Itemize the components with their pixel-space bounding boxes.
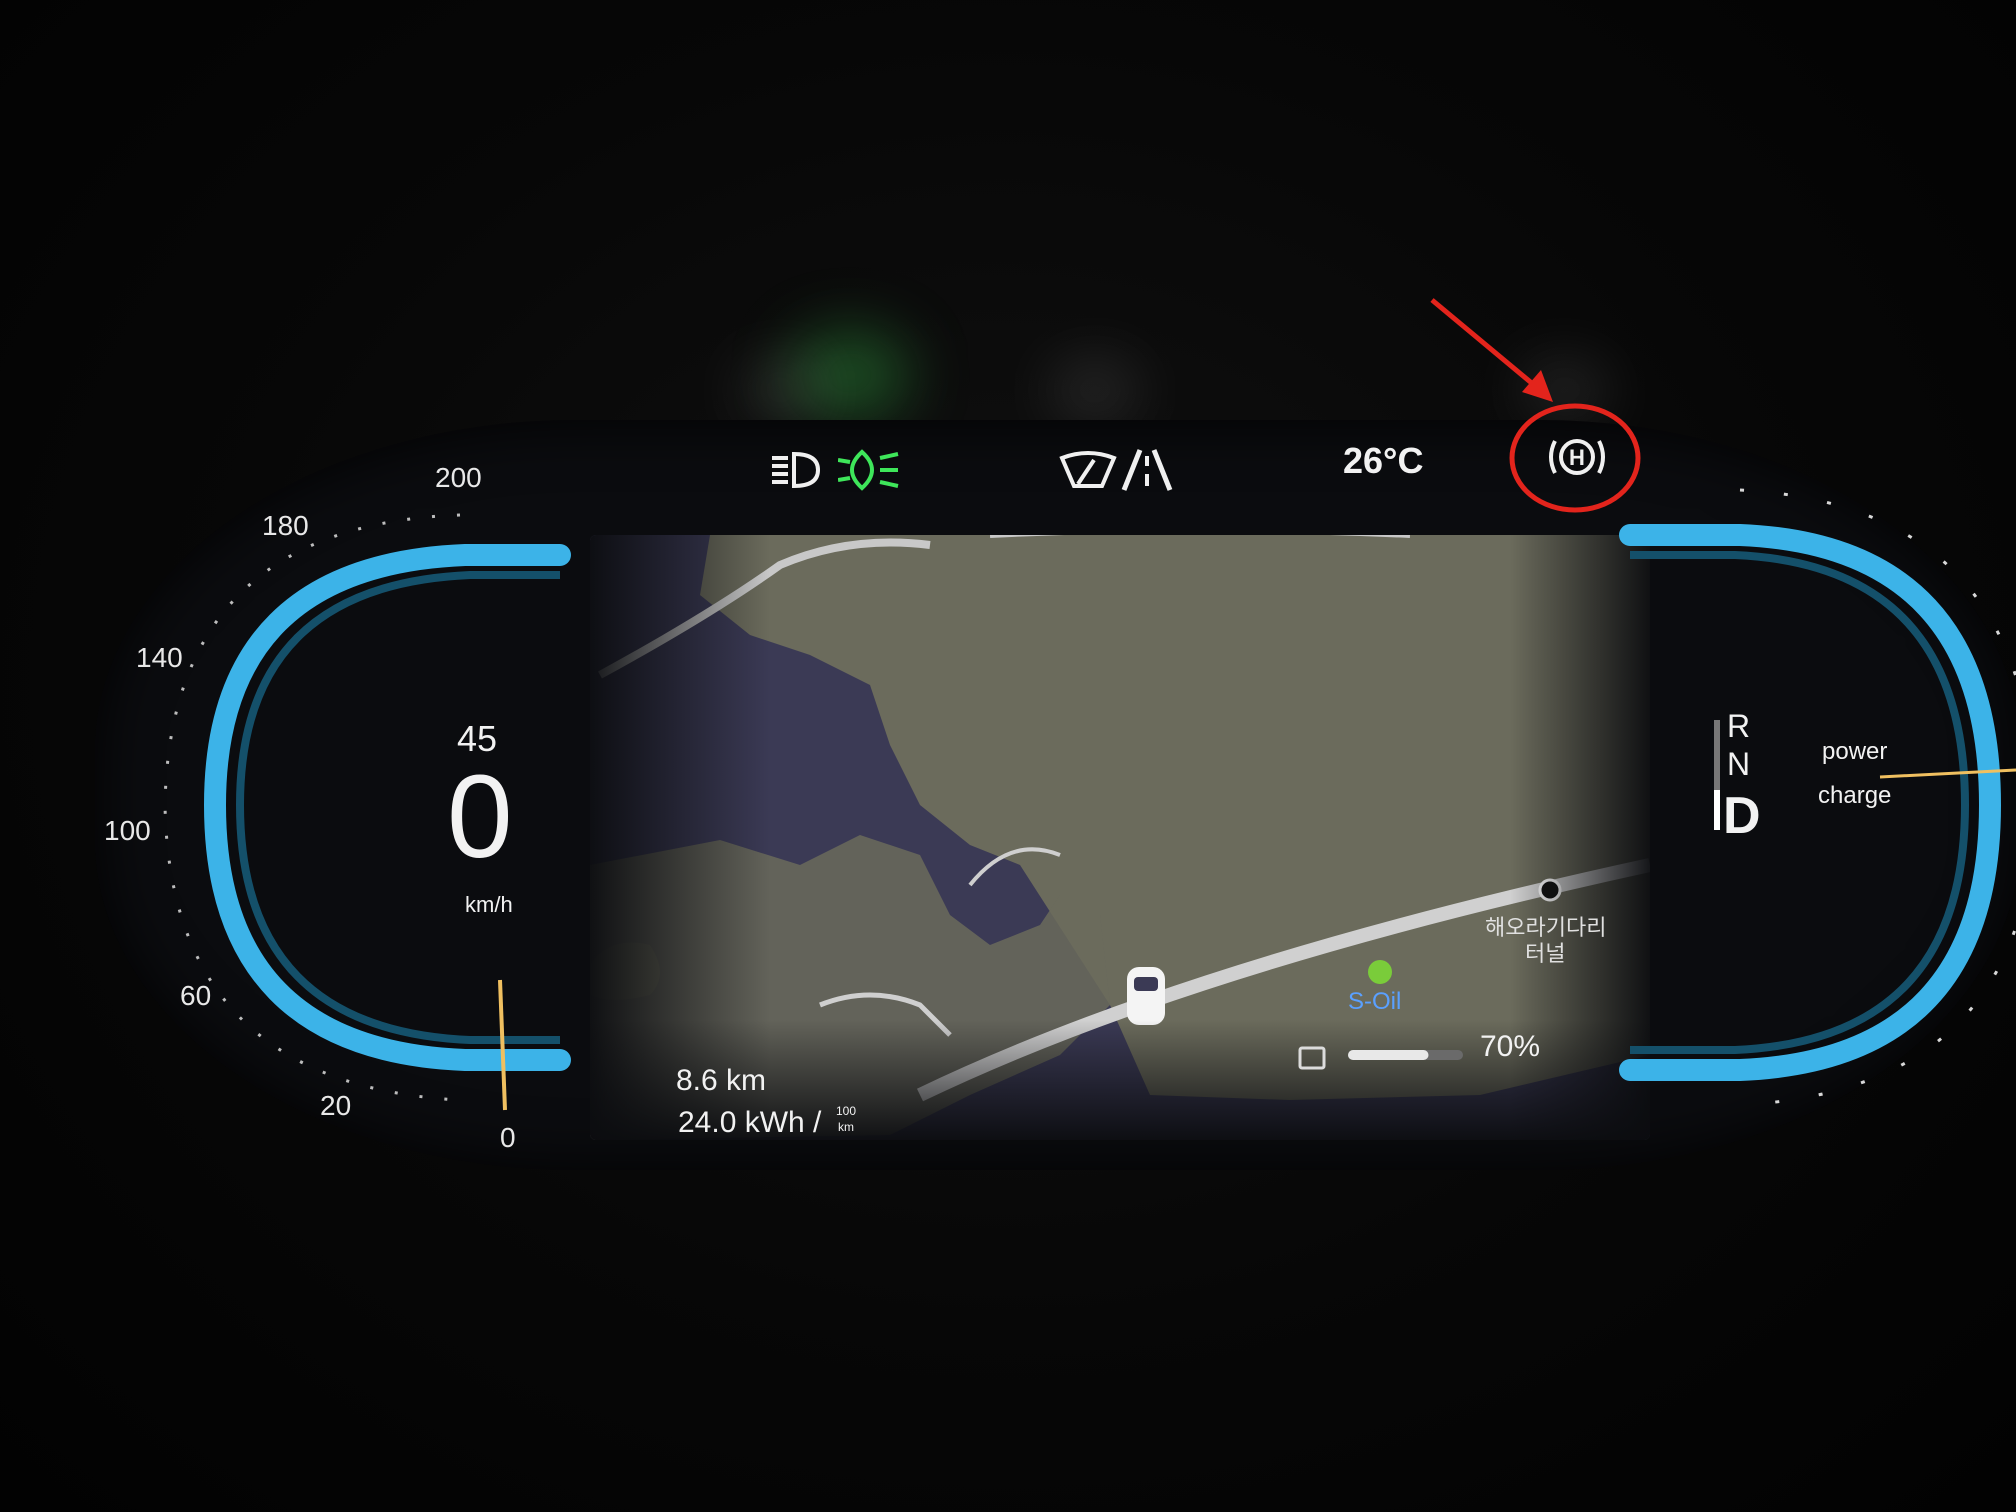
gear-d-selected: D: [1723, 787, 1761, 845]
highlight-circle: [1509, 403, 1641, 513]
consumption-unit-bottom: km: [838, 1120, 854, 1134]
arrow-shaft: [1430, 298, 1542, 392]
gear-r: R: [1727, 708, 1751, 744]
tunnel-name-line2: 터널: [1525, 941, 1566, 966]
charge-label: charge: [1818, 782, 1892, 809]
gear-n: N: [1727, 746, 1751, 782]
battery-percent: 70%: [1480, 1030, 1541, 1063]
power-label: power: [1822, 738, 1888, 765]
arrow-head-icon: [1522, 370, 1553, 402]
station-name: S-Oil: [1348, 988, 1402, 1015]
consumption-unit-top: 100: [836, 1104, 857, 1118]
trip-consumption: 24.0 kWh /: [678, 1106, 822, 1139]
trip-distance: 8.6 km: [676, 1064, 767, 1097]
red-annotation: [1430, 298, 1641, 513]
